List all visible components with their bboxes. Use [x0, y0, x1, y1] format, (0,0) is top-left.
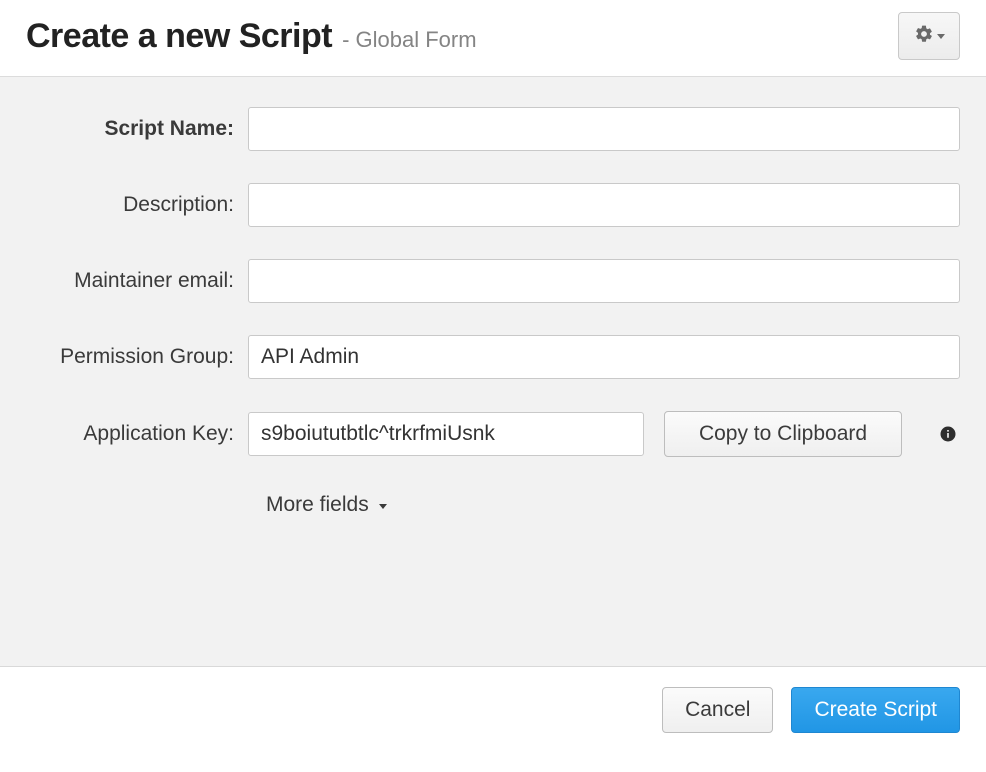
row-script-name: Script Name:	[26, 107, 960, 151]
label-permission-group: Permission Group:	[26, 345, 248, 369]
gear-icon	[914, 24, 934, 48]
row-permission-group: Permission Group:	[26, 335, 960, 379]
application-key-input[interactable]	[248, 412, 644, 456]
row-application-key: Application Key: Copy to Clipboard	[26, 411, 960, 457]
footer-actions: Cancel Create Script	[0, 666, 986, 753]
script-name-input[interactable]	[248, 107, 960, 151]
label-script-name: Script Name:	[26, 117, 248, 141]
cancel-button[interactable]: Cancel	[662, 687, 773, 733]
label-description: Description:	[26, 193, 248, 217]
row-maintainer-email: Maintainer email:	[26, 259, 960, 303]
page-header: Create a new Script - Global Form	[0, 0, 986, 76]
row-more-fields: More fields	[266, 489, 960, 521]
row-description: Description:	[26, 183, 960, 227]
create-script-button[interactable]: Create Script	[791, 687, 960, 733]
form-area: Script Name: Description: Maintainer ema…	[0, 76, 986, 666]
permission-group-input[interactable]	[248, 335, 960, 379]
page-title: Create a new Script	[26, 17, 332, 56]
description-input[interactable]	[248, 183, 960, 227]
maintainer-email-input[interactable]	[248, 259, 960, 303]
page-title-wrap: Create a new Script - Global Form	[26, 17, 477, 56]
info-icon[interactable]	[938, 424, 958, 444]
page-subtitle: - Global Form	[342, 27, 476, 53]
create-script-page: Create a new Script - Global Form Script…	[0, 0, 986, 753]
copy-to-clipboard-button[interactable]: Copy to Clipboard	[664, 411, 902, 457]
more-fields-label: More fields	[266, 493, 369, 517]
settings-dropdown-button[interactable]	[898, 12, 960, 60]
label-maintainer-email: Maintainer email:	[26, 269, 248, 293]
more-fields-toggle[interactable]: More fields	[266, 489, 393, 521]
label-application-key: Application Key:	[26, 422, 248, 446]
chevron-down-icon	[379, 504, 387, 509]
chevron-down-icon	[937, 34, 945, 39]
